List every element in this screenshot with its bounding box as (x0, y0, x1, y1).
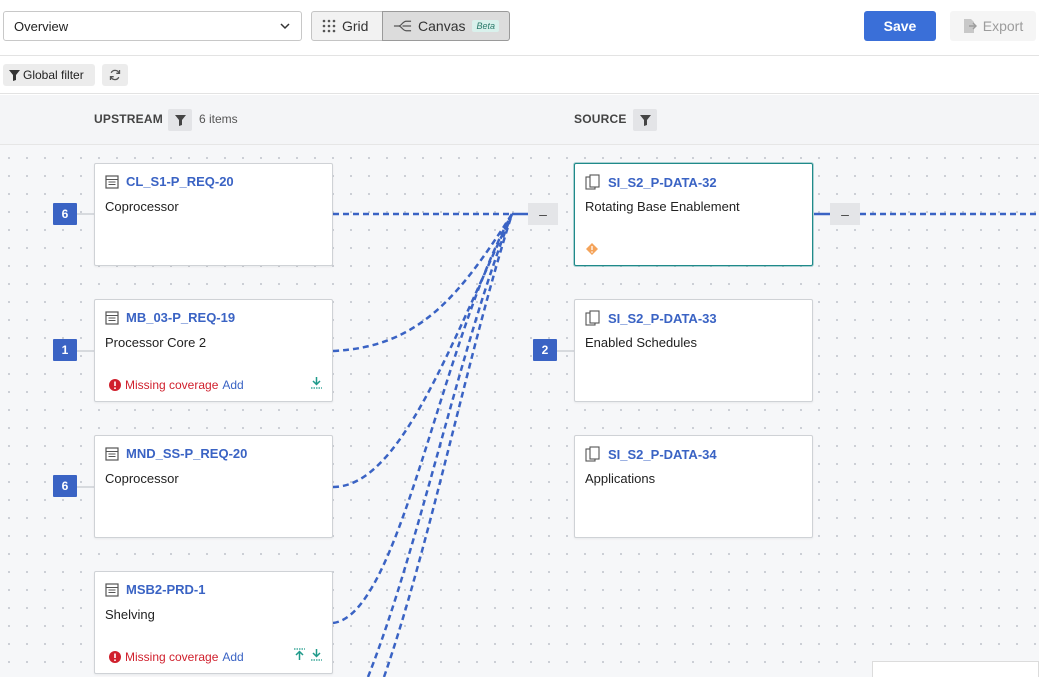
card-id-link[interactable]: SI_S2_P-DATA-33 (608, 311, 717, 326)
missing-coverage-row: Missing coverage Add (109, 378, 244, 392)
upstream-card[interactable]: MSB2-PRD-1 Shelving Missing coverage Add (94, 571, 333, 674)
chevron-down-icon (280, 23, 290, 30)
missing-coverage-text: Missing coverage (125, 378, 219, 392)
trace-link (332, 213, 514, 489)
card-header: MB_03-P_REQ-19 (105, 310, 235, 325)
grid-icon (322, 19, 336, 33)
canvas-view-label: Canvas (418, 18, 466, 34)
card-header: CL_S1-P_REQ-20 (105, 174, 234, 189)
collapse-downstream-button[interactable]: – (830, 203, 860, 225)
trace-link (382, 213, 514, 677)
diamond-warning-icon (586, 243, 598, 255)
card-id-link[interactable]: MND_SS-P_REQ-20 (126, 446, 247, 461)
error-icon (109, 379, 121, 391)
global-filter-label: Global filter (23, 68, 84, 82)
trace-link (332, 213, 514, 353)
card-id-link[interactable]: SI_S2_P-DATA-34 (608, 447, 717, 462)
missing-coverage-row: Missing coverage Add (109, 650, 244, 664)
source-card-selected[interactable]: SI_S2_P-DATA-32 Rotating Base Enablement (574, 163, 813, 266)
card-subtitle: Enabled Schedules (585, 335, 698, 350)
link-count-badge[interactable]: 6 (53, 203, 77, 225)
card-subtitle: Shelving (105, 607, 155, 622)
requirement-icon (105, 174, 119, 189)
data-copy-icon (585, 174, 600, 190)
filter-icon (9, 69, 20, 81)
card-subtitle: Rotating Base Enablement (585, 199, 740, 214)
view-select[interactable]: Overview (3, 11, 302, 41)
export-label: Export (982, 18, 1024, 34)
trace-canvas[interactable]: UPSTREAM 6 items SOURCE – – 6 1 6 2 CL_S… (0, 95, 1039, 677)
filter-bar: Global filter (0, 56, 1039, 94)
link-count-badge[interactable]: 2 (533, 339, 557, 361)
download-icon[interactable] (310, 648, 323, 661)
requirement-icon (105, 310, 119, 325)
card-actions (293, 648, 323, 661)
card-id-link[interactable]: CL_S1-P_REQ-20 (126, 174, 234, 189)
card-header: SI_S2_P-DATA-33 (585, 310, 717, 326)
requirement-icon (105, 446, 119, 461)
top-toolbar: Overview Grid Canvas Beta Save Export (0, 0, 1039, 56)
card-id-link[interactable]: SI_S2_P-DATA-32 (608, 175, 717, 190)
data-copy-icon (585, 446, 600, 462)
card-header: SI_S2_P-DATA-32 (585, 174, 717, 190)
canvas-icon (393, 20, 412, 32)
upstream-card[interactable]: MB_03-P_REQ-19 Processor Core 2 Missing … (94, 299, 333, 402)
upstream-card[interactable]: CL_S1-P_REQ-20 Coprocessor (94, 163, 333, 266)
card-id-link[interactable]: MB_03-P_REQ-19 (126, 310, 235, 325)
card-id-link[interactable]: MSB2-PRD-1 (126, 582, 205, 597)
data-copy-icon (585, 310, 600, 326)
export-button[interactable]: Export (950, 11, 1036, 41)
collapse-upstream-button[interactable]: – (528, 203, 558, 225)
requirement-icon (105, 582, 119, 597)
card-actions (310, 376, 323, 389)
card-subtitle: Processor Core 2 (105, 335, 207, 350)
source-card[interactable]: SI_S2_P-DATA-33 Enabled Schedules (574, 299, 813, 402)
grid-view-button[interactable]: Grid (311, 11, 383, 41)
export-icon (963, 19, 977, 33)
save-button[interactable]: Save (864, 11, 936, 41)
zoom-controls-panel[interactable] (872, 661, 1039, 677)
canvas-view-button[interactable]: Canvas Beta (382, 11, 510, 41)
error-icon (109, 651, 121, 663)
card-subtitle: Coprocessor (105, 471, 179, 486)
download-icon[interactable] (310, 376, 323, 389)
global-filter-button[interactable]: Global filter (3, 64, 95, 86)
card-header: SI_S2_P-DATA-34 (585, 446, 717, 462)
link-count-badge[interactable]: 1 (53, 339, 77, 361)
add-coverage-link[interactable]: Add (222, 378, 243, 392)
card-subtitle: Applications (585, 471, 656, 486)
beta-badge: Beta (472, 20, 499, 32)
missing-coverage-text: Missing coverage (125, 650, 219, 664)
upstream-card[interactable]: MND_SS-P_REQ-20 Coprocessor (94, 435, 333, 538)
refresh-button[interactable] (102, 64, 128, 86)
card-header: MND_SS-P_REQ-20 (105, 446, 247, 461)
source-card[interactable]: SI_S2_P-DATA-34 Applications (574, 435, 813, 538)
view-select-value: Overview (14, 18, 69, 34)
upload-icon[interactable] (293, 648, 306, 661)
grid-view-label: Grid (342, 18, 369, 34)
view-mode-toggle: Grid Canvas Beta (311, 11, 510, 41)
card-subtitle: Coprocessor (105, 199, 179, 214)
link-count-badge[interactable]: 6 (53, 475, 77, 497)
refresh-icon (109, 69, 121, 81)
add-coverage-link[interactable]: Add (222, 650, 243, 664)
card-header: MSB2-PRD-1 (105, 582, 205, 597)
trace-link (366, 213, 514, 677)
